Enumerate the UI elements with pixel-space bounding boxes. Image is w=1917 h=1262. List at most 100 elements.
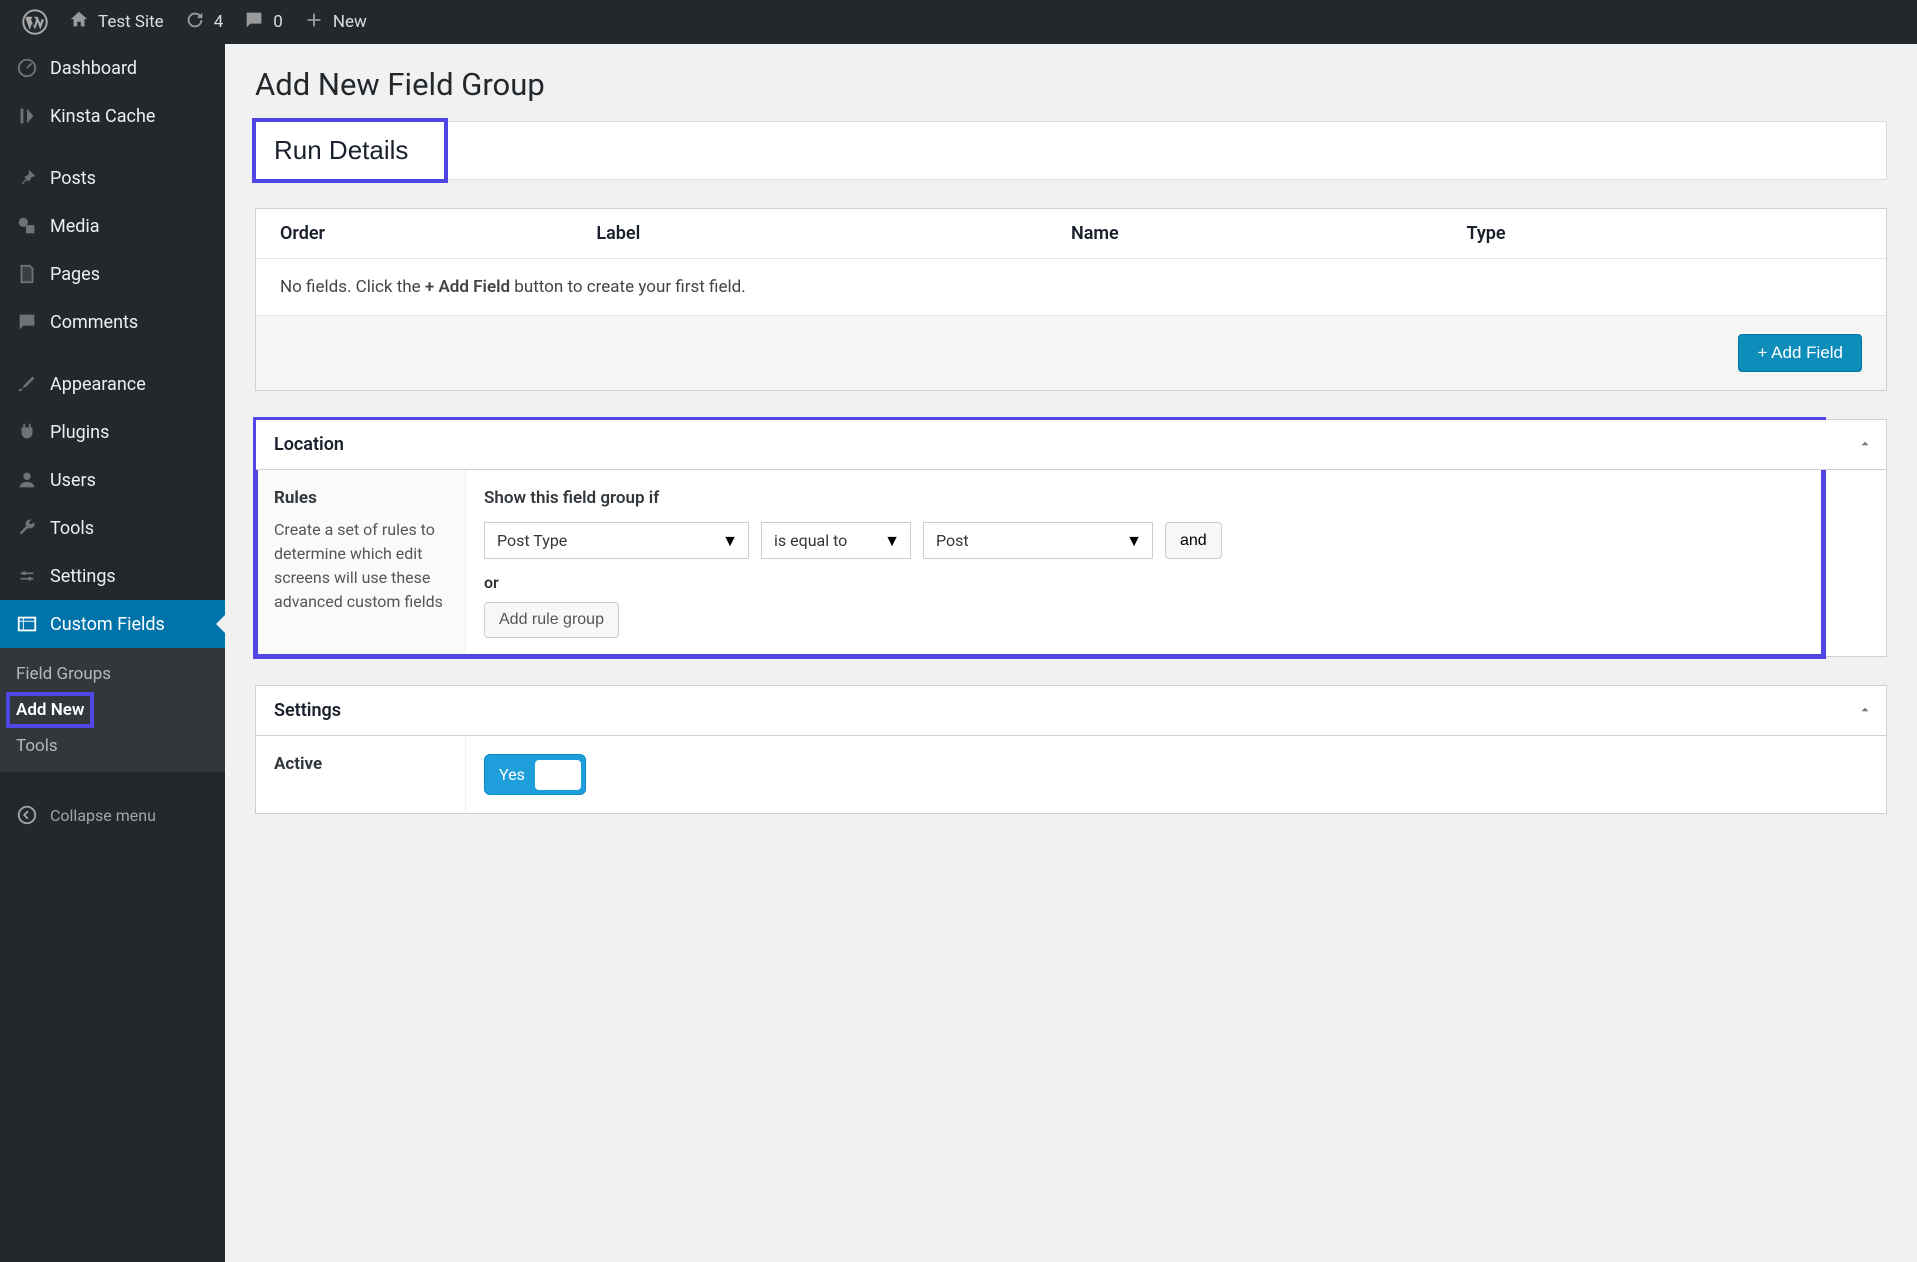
- fields-panel: Order Label Name Type No fields. Click t…: [255, 208, 1887, 391]
- empty-suffix: button to create your first field.: [510, 277, 746, 297]
- page-content: Add New Field Group Order Label Name Typ…: [225, 44, 1917, 1262]
- updates-count: 4: [214, 12, 224, 32]
- comment-icon: [243, 9, 265, 36]
- col-order: Order: [280, 223, 596, 244]
- menu-dashboard[interactable]: Dashboard: [0, 44, 225, 92]
- no-fields-message: No fields. Click the + Add Field button …: [256, 259, 1886, 316]
- location-rules: Show this field group if Post Type ▼ is …: [466, 470, 1886, 656]
- active-control: Yes: [466, 736, 1886, 813]
- wrench-icon: [14, 515, 40, 541]
- menu-label: Settings: [50, 566, 116, 587]
- submenu-add-new[interactable]: Add New: [8, 694, 92, 726]
- settings-title: Settings: [274, 700, 341, 721]
- admin-bar: Test Site 4 0 New: [0, 0, 1917, 44]
- collapse-icon: [14, 802, 40, 828]
- menu-label: Posts: [50, 168, 96, 189]
- new-link[interactable]: New: [293, 0, 377, 44]
- collapse-menu[interactable]: Collapse menu: [0, 788, 225, 842]
- submenu-field-groups[interactable]: Field Groups: [0, 656, 225, 692]
- media-icon: [14, 213, 40, 239]
- menu-tools[interactable]: Tools: [0, 504, 225, 552]
- custom-fields-icon: [14, 611, 40, 637]
- comments-count: 0: [273, 12, 283, 32]
- location-sidebar: Rules Create a set of rules to determine…: [256, 470, 466, 656]
- pages-icon: [14, 261, 40, 287]
- menu-plugins[interactable]: Plugins: [0, 408, 225, 456]
- title-input-wrap: [255, 121, 1887, 180]
- active-label: Active: [256, 736, 466, 813]
- menu-kinsta-cache[interactable]: Kinsta Cache: [0, 92, 225, 140]
- settings-panel: Settings Active Yes: [255, 685, 1887, 814]
- wordpress-logo[interactable]: [12, 0, 58, 44]
- site-name: Test Site: [98, 12, 164, 32]
- menu-label: Users: [50, 470, 96, 491]
- rule-row: Post Type ▼ is equal to ▼ Post ▼ and: [484, 522, 1868, 559]
- home-icon: [68, 9, 90, 36]
- plus-icon: [303, 9, 325, 36]
- show-if-label: Show this field group if: [484, 488, 1868, 508]
- menu-users[interactable]: Users: [0, 456, 225, 504]
- submenu-custom-fields: Field Groups Add New Tools: [0, 648, 225, 772]
- menu-pages[interactable]: Pages: [0, 250, 225, 298]
- menu-label: Media: [50, 216, 100, 237]
- caret-down-icon: ▼: [884, 531, 900, 551]
- add-and-rule-button[interactable]: and: [1165, 522, 1222, 559]
- empty-prefix: No fields. Click the: [280, 277, 425, 297]
- collapse-label: Collapse menu: [50, 806, 156, 825]
- location-panel-header: Location: [256, 420, 1886, 470]
- settings-icon: [14, 563, 40, 589]
- location-panel: Location Rules Create a set of rules to …: [255, 419, 1887, 657]
- settings-panel-header: Settings: [256, 686, 1886, 736]
- rule-param-select[interactable]: Post Type ▼: [484, 522, 749, 559]
- menu-label: Plugins: [50, 422, 109, 443]
- caret-down-icon: ▼: [722, 531, 738, 551]
- menu-appearance[interactable]: Appearance: [0, 360, 225, 408]
- add-field-button[interactable]: + Add Field: [1738, 334, 1862, 372]
- menu-posts[interactable]: Posts: [0, 154, 225, 202]
- panel-toggle[interactable]: [1858, 434, 1872, 455]
- rules-description: Create a set of rules to determine which…: [274, 518, 447, 614]
- new-label: New: [333, 12, 367, 32]
- menu-settings[interactable]: Settings: [0, 552, 225, 600]
- menu-label: Custom Fields: [50, 614, 165, 635]
- caret-down-icon: ▼: [1126, 531, 1142, 551]
- plug-icon: [14, 419, 40, 445]
- chevron-up-icon: [1858, 702, 1872, 716]
- brush-icon: [14, 371, 40, 397]
- pin-icon: [14, 165, 40, 191]
- fields-panel-footer: + Add Field: [256, 316, 1886, 390]
- col-name: Name: [1071, 223, 1467, 244]
- rule-value-value: Post: [936, 531, 969, 550]
- chevron-up-icon: [1858, 436, 1872, 450]
- add-rule-group-button[interactable]: Add rule group: [484, 602, 619, 638]
- menu-comments[interactable]: Comments: [0, 298, 225, 346]
- page-title: Add New Field Group: [255, 66, 1887, 103]
- updates-link[interactable]: 4: [174, 0, 234, 44]
- rule-operator-value: is equal to: [774, 531, 847, 550]
- menu-label: Kinsta Cache: [50, 106, 155, 127]
- or-label: or: [484, 573, 1868, 592]
- rule-operator-select[interactable]: is equal to ▼: [761, 522, 911, 559]
- rules-heading: Rules: [274, 488, 447, 508]
- location-body: Rules Create a set of rules to determine…: [256, 470, 1886, 656]
- menu-media[interactable]: Media: [0, 202, 225, 250]
- comment-icon: [14, 309, 40, 335]
- fields-table-header: Order Label Name Type: [256, 209, 1886, 259]
- panel-toggle[interactable]: [1858, 700, 1872, 721]
- submenu-tools[interactable]: Tools: [0, 728, 225, 764]
- rule-value-select[interactable]: Post ▼: [923, 522, 1153, 559]
- comments-link[interactable]: 0: [233, 0, 293, 44]
- active-toggle[interactable]: Yes: [484, 754, 586, 795]
- kinsta-icon: [14, 103, 40, 129]
- field-group-title-input[interactable]: [262, 131, 1880, 170]
- toggle-knob: [535, 760, 581, 790]
- settings-body: Active Yes: [256, 736, 1886, 813]
- empty-strong: + Add Field: [425, 277, 510, 297]
- col-label: Label: [596, 223, 1071, 244]
- location-title: Location: [274, 434, 344, 455]
- col-type: Type: [1466, 223, 1862, 244]
- rule-param-value: Post Type: [497, 531, 567, 550]
- menu-custom-fields[interactable]: Custom Fields: [0, 600, 225, 648]
- menu-label: Appearance: [50, 374, 146, 395]
- site-link[interactable]: Test Site: [58, 0, 174, 44]
